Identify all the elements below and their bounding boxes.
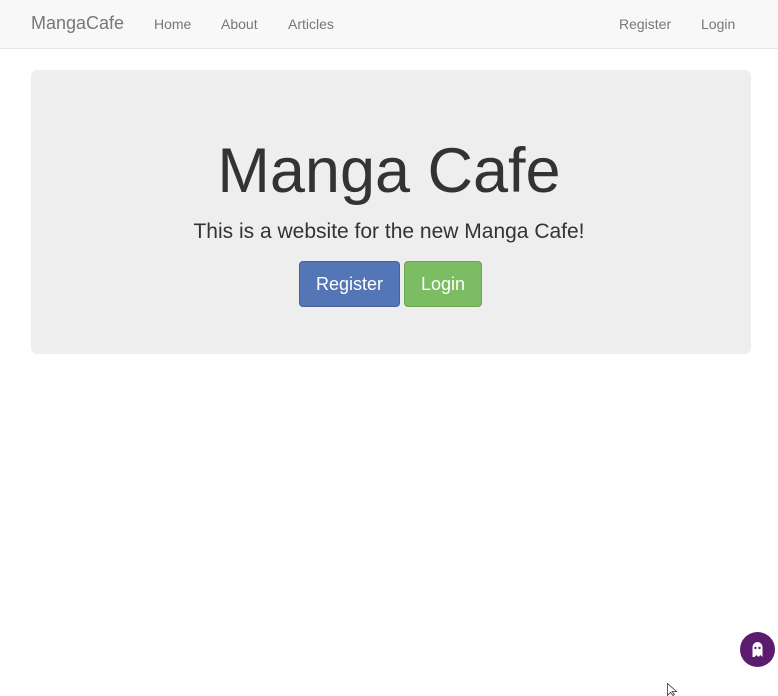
chat-widget-button[interactable] <box>740 632 775 667</box>
navbar: MangaCafe Home About Articles Register L… <box>0 0 778 49</box>
register-button[interactable]: Register <box>299 261 400 307</box>
nav-login-link[interactable]: Login <box>701 16 735 32</box>
nav-articles-link[interactable]: Articles <box>288 16 334 32</box>
nav-about-link[interactable]: About <box>221 16 258 32</box>
login-button[interactable]: Login <box>404 261 482 307</box>
brand-link[interactable]: MangaCafe <box>31 13 124 34</box>
jumbotron <box>31 70 751 354</box>
page-subtitle: This is a website for the new Manga Cafe… <box>193 220 585 243</box>
page-title: Manga Cafe <box>217 136 561 206</box>
nav-home-link[interactable]: Home <box>154 16 191 32</box>
nav-register-link[interactable]: Register <box>619 16 671 32</box>
ghost-icon <box>752 642 763 657</box>
mouse-pointer-icon <box>667 683 678 696</box>
